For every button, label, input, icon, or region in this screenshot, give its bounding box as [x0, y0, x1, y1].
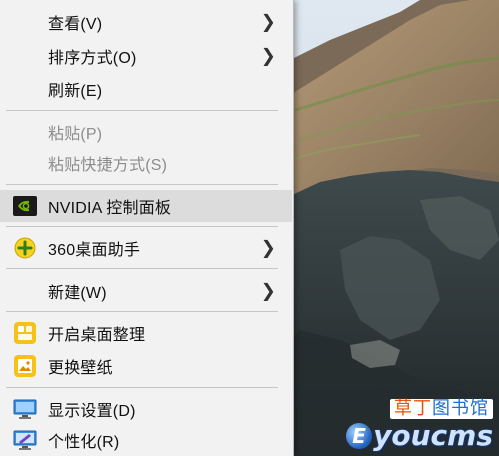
menu-item-personalize[interactable]: 个性化(R): [0, 424, 292, 456]
watermark-e-logo: E: [346, 423, 373, 449]
menu-item-paste[interactable]: 粘贴(P): [0, 116, 292, 148]
personalize-icon: [13, 428, 37, 452]
watermark-top-text: 草丁图书馆: [390, 399, 493, 419]
menu-separator: [6, 268, 278, 269]
menu-item-label: 开启桌面整理: [48, 327, 146, 344]
submenu-arrow-icon: ❯: [260, 11, 276, 33]
menu-item-paste-shortcut[interactable]: 粘贴快捷方式(S): [0, 147, 292, 179]
menu-item-label: 排序方式(O): [48, 50, 137, 67]
menu-item-label: 查看(V): [48, 16, 103, 33]
nvidia-icon: [13, 194, 37, 218]
menu-item-nvidia-control-panel[interactable]: NVIDIA 控制面板: [0, 190, 292, 222]
menu-separator: [6, 387, 278, 388]
menu-item-label: 粘贴(P): [48, 126, 103, 143]
desktop-context-menu: 查看(V) ❯ 排序方式(O) ❯ 刷新(E) 粘贴(P) 粘贴快捷方式(S) …: [0, 0, 294, 456]
menu-item-label: 个性化(R): [48, 434, 120, 451]
menu-item-label: 显示设置(D): [48, 403, 136, 420]
menu-item-display-settings[interactable]: 显示设置(D): [0, 393, 292, 425]
menu-item-label: 粘贴快捷方式(S): [48, 157, 168, 174]
menu-item-view[interactable]: 查看(V) ❯: [0, 6, 292, 38]
menu-item-label: 更换壁纸: [48, 360, 113, 377]
site-watermark: 草丁图书馆 Eyoucms: [346, 399, 493, 450]
desktop-organize-icon: [13, 321, 37, 345]
menu-item-label: NVIDIA 控制面板: [48, 200, 172, 217]
menu-separator: [6, 226, 278, 227]
watermark-logo-text: youcms: [373, 419, 493, 452]
display-settings-icon: [13, 397, 37, 421]
menu-separator: [6, 311, 278, 312]
360-assistant-icon: [13, 236, 37, 260]
watermark-logo: Eyoucms: [346, 422, 493, 450]
menu-item-desktop-organize[interactable]: 开启桌面整理: [0, 317, 292, 349]
menu-item-new[interactable]: 新建(W) ❯: [0, 275, 292, 307]
menu-item-change-wallpaper[interactable]: 更换壁纸: [0, 350, 292, 382]
menu-item-sort-by[interactable]: 排序方式(O) ❯: [0, 40, 292, 72]
menu-item-label: 360桌面助手: [48, 242, 141, 259]
menu-separator: [6, 110, 278, 111]
submenu-arrow-icon: ❯: [260, 237, 276, 259]
menu-separator: [6, 184, 278, 185]
menu-item-label: 新建(W): [48, 285, 107, 302]
submenu-arrow-icon: ❯: [260, 280, 276, 302]
submenu-arrow-icon: ❯: [260, 45, 276, 67]
watermark-text-part2: 图书馆: [432, 398, 489, 419]
menu-item-refresh[interactable]: 刷新(E): [0, 73, 292, 105]
watermark-text-part1: 草丁: [394, 398, 432, 419]
wallpaper-icon: [13, 354, 37, 378]
menu-item-label: 刷新(E): [48, 83, 103, 100]
menu-item-360-desktop-assistant[interactable]: 360桌面助手 ❯: [0, 232, 292, 264]
